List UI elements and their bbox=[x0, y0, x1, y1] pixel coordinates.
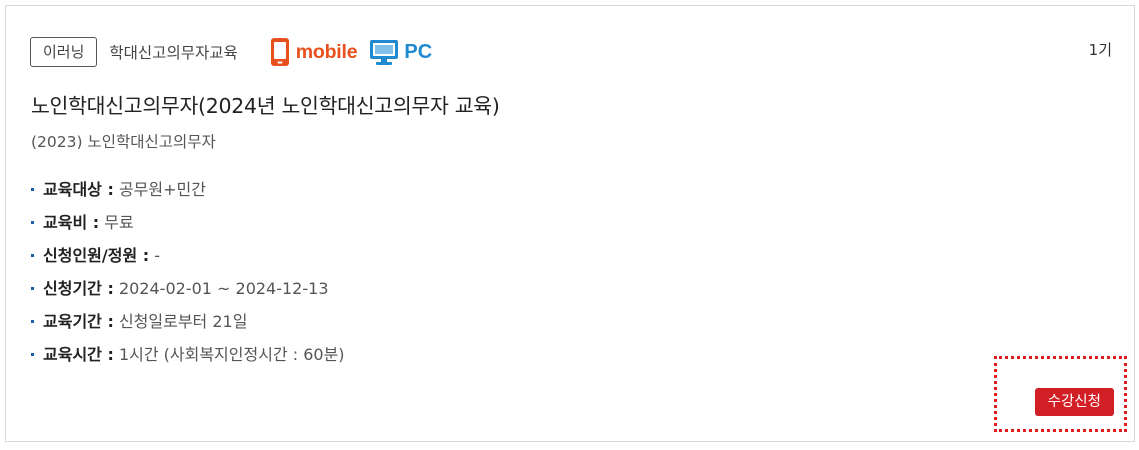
device-mobile: mobile bbox=[270, 37, 358, 67]
info-key: 교육기간 : bbox=[43, 312, 114, 331]
apply-highlight-box: 수강신청 bbox=[994, 356, 1127, 432]
info-value: 무료 bbox=[99, 213, 134, 232]
info-value: 1시간 (사회복지인정시간 : 60분) bbox=[113, 345, 345, 364]
course-type-badge: 이러닝 bbox=[30, 37, 98, 67]
device-pc: PC bbox=[369, 38, 432, 66]
info-item-target: 교육대상 : 공무원+민간 bbox=[31, 176, 345, 209]
mobile-label: mobile bbox=[295, 40, 358, 63]
course-meta-row: 이러닝 학대신고의무자교육 mobile PC bbox=[30, 35, 432, 69]
course-subtitle: (2023) 노인학대신고의무자 bbox=[31, 133, 216, 151]
info-key: 신청인원/정원 : bbox=[43, 246, 150, 265]
info-key: 신청기간 : bbox=[43, 279, 114, 298]
info-key: 교육대상 : bbox=[43, 180, 114, 199]
info-item-course-hours: 교육시간 : 1시간 (사회복지인정시간 : 60분) bbox=[31, 341, 345, 374]
info-key: 교육시간 : bbox=[43, 345, 114, 364]
info-key: 교육비 : bbox=[43, 213, 100, 232]
course-card: 이러닝 학대신고의무자교육 mobile PC 1기 노인학대신고의무자(202… bbox=[5, 5, 1135, 442]
course-info-list: 교육대상 : 공무원+민간 교육비 : 무료 신청인원/정원 : - 신청기간 … bbox=[31, 176, 345, 374]
course-title[interactable]: 노인학대신고의무자(2024년 노인학대신고의무자 교육) bbox=[31, 89, 500, 119]
pc-monitor-icon bbox=[370, 40, 399, 65]
info-item-capacity: 신청인원/정원 : - bbox=[31, 242, 345, 275]
info-item-course-period: 교육기간 : 신청일로부터 21일 bbox=[31, 308, 345, 341]
course-round: 1기 bbox=[1088, 41, 1112, 59]
info-item-fee: 교육비 : 무료 bbox=[31, 209, 345, 242]
pc-label: PC bbox=[404, 40, 433, 63]
apply-button[interactable]: 수강신청 bbox=[1034, 388, 1114, 416]
info-value: 신청일로부터 21일 bbox=[113, 312, 248, 331]
info-item-application-period: 신청기간 : 2024-02-01 ~ 2024-12-13 bbox=[31, 275, 345, 308]
course-category: 학대신고의무자교육 bbox=[109, 44, 238, 62]
info-value: 공무원+민간 bbox=[113, 180, 206, 199]
info-value: - bbox=[149, 246, 160, 265]
info-value: 2024-02-01 ~ 2024-12-13 bbox=[113, 279, 329, 298]
mobile-phone-icon bbox=[270, 38, 289, 66]
